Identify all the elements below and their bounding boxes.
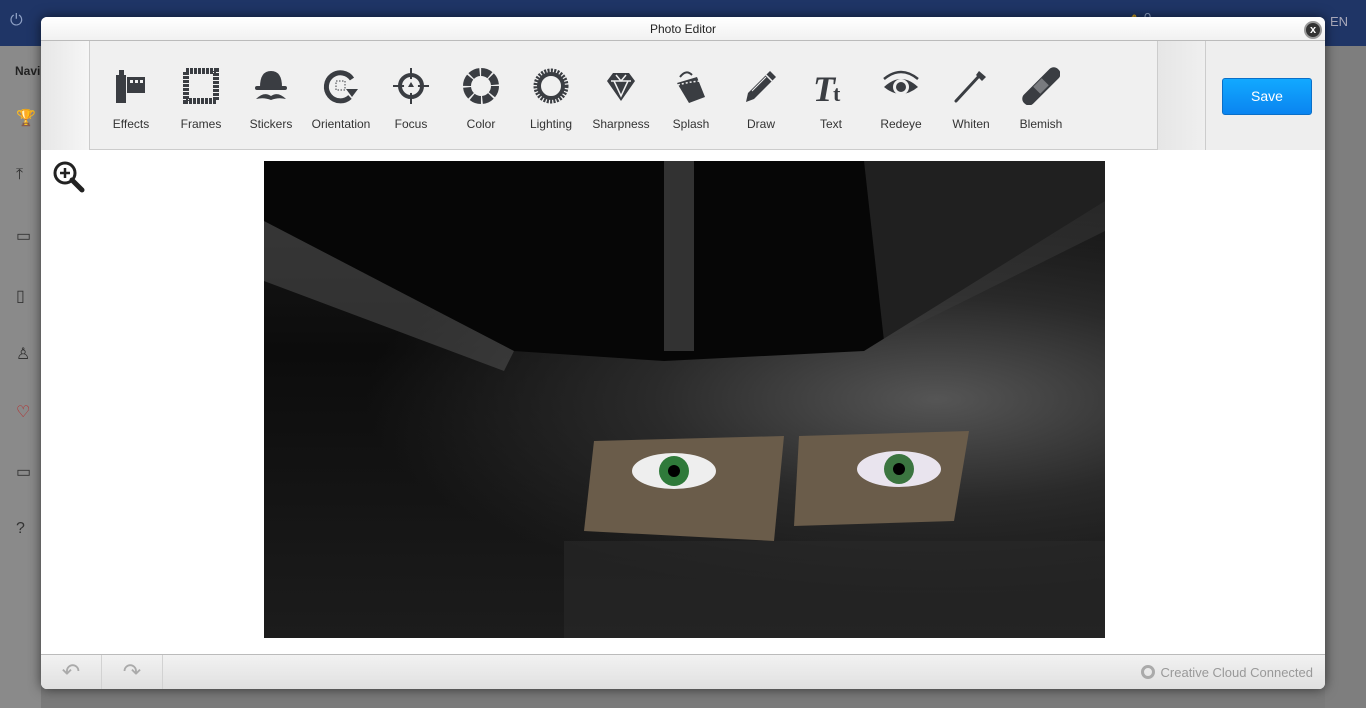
- zoom-in-icon[interactable]: [52, 160, 86, 194]
- tool-label: Sharpness: [592, 117, 650, 131]
- status-text: Creative Cloud Connected: [1160, 665, 1313, 680]
- save-button[interactable]: Save: [1222, 78, 1312, 115]
- tool-label: Text: [819, 117, 842, 131]
- power-icon[interactable]: ⏻: [10, 12, 23, 30]
- undo-icon: ↶: [61, 659, 81, 684]
- tool-label: Stickers: [249, 117, 293, 131]
- close-button[interactable]: x: [1304, 21, 1322, 39]
- editor-canvas: [41, 150, 1325, 654]
- toothbrush-icon: [954, 71, 986, 103]
- diamond-icon: [607, 73, 635, 101]
- tool-label: Draw: [746, 117, 775, 131]
- frame-icon: [183, 68, 219, 104]
- background-right: [1325, 46, 1366, 708]
- tool-label: Color: [466, 117, 496, 131]
- color-ring-icon: [463, 68, 499, 104]
- dialog-title: Photo Editor: [41, 17, 1325, 41]
- photo-image: [264, 161, 1105, 638]
- tool-stickers[interactable]: Stickers: [236, 41, 306, 150]
- paint-bucket-icon: [677, 71, 705, 103]
- tool-lighting[interactable]: Lighting: [516, 41, 586, 150]
- tool-text[interactable]: Tt Text: [796, 41, 866, 150]
- tool-label: Focus: [394, 117, 428, 131]
- tool-label: Orientation: [311, 117, 371, 131]
- redo-icon: ↷: [122, 659, 142, 684]
- tool-focus[interactable]: Focus: [376, 41, 446, 150]
- tool-label: Splash: [672, 117, 710, 131]
- toolbar-scroll-left[interactable]: [41, 41, 90, 150]
- pencil-icon: [746, 71, 776, 102]
- trophy-icon[interactable]: 🏆: [16, 108, 36, 128]
- toolbar-scroll-right[interactable]: [1157, 41, 1206, 150]
- eye-icon: [883, 70, 919, 95]
- tool-label: Lighting: [529, 117, 573, 131]
- tool-blemish[interactable]: Blemish: [1006, 41, 1076, 150]
- tool-label: Whiten: [952, 117, 990, 131]
- tool-label: Redeye: [880, 117, 922, 131]
- tool-draw[interactable]: Draw: [726, 41, 796, 150]
- sidebar-title: Navi: [15, 64, 41, 78]
- crosshair-icon: [393, 68, 429, 104]
- sun-icon: [533, 68, 569, 104]
- tool-sharpness[interactable]: Sharpness: [586, 41, 656, 150]
- tool-effects[interactable]: Effects: [96, 41, 166, 150]
- wallet-icon[interactable]: ▭: [16, 462, 31, 482]
- tool-splash[interactable]: Splash: [656, 41, 726, 150]
- photo-editor-dialog: Photo Editor x Effects Frames Stickers Orie…: [41, 17, 1325, 689]
- tool-label: Blemish: [1019, 117, 1063, 131]
- tool-label: Effects: [112, 117, 150, 131]
- tool-whiten[interactable]: Whiten: [936, 41, 1006, 150]
- background-sidebar: Navi 🏆 ⤒ ▭ ▯ ♙ ♡ ▭ ?: [0, 46, 41, 708]
- rotate-icon: [323, 70, 358, 104]
- creative-cloud-status: Creative Cloud Connected: [1140, 665, 1313, 680]
- creative-cloud-icon: [1140, 665, 1155, 679]
- tool-redeye[interactable]: Redeye: [866, 41, 936, 150]
- tool-orientation[interactable]: Orientation: [306, 41, 376, 150]
- heart-icon[interactable]: ♡: [16, 402, 30, 422]
- film-icon: [116, 70, 145, 103]
- photo-preview[interactable]: [264, 161, 1105, 638]
- tool-bar: Effects Frames Stickers Orientation Focus Col…: [41, 41, 1325, 150]
- redo-button[interactable]: ↷: [102, 655, 163, 689]
- tool-color[interactable]: Color: [446, 41, 516, 150]
- undo-button[interactable]: ↶: [41, 655, 102, 689]
- help-icon[interactable]: ?: [16, 520, 25, 538]
- tool-frames[interactable]: Frames: [166, 41, 236, 150]
- save-area: Save: [1206, 41, 1325, 150]
- calendar-icon[interactable]: ▭: [16, 226, 31, 246]
- tool-label: Frames: [180, 117, 222, 131]
- user-icon[interactable]: ♙: [16, 344, 30, 364]
- language-selector[interactable]: EN: [1330, 14, 1348, 29]
- bandage-icon: [1022, 67, 1060, 105]
- svg-text:t: t: [833, 81, 841, 105]
- book-icon[interactable]: ▯: [16, 286, 25, 306]
- dialog-footer: ↶ ↷ Creative Cloud Connected: [41, 654, 1325, 689]
- upload-icon[interactable]: ⤒: [16, 166, 23, 184]
- text-icon: Tt: [813, 69, 841, 105]
- bowler-mustache-icon: [255, 71, 287, 100]
